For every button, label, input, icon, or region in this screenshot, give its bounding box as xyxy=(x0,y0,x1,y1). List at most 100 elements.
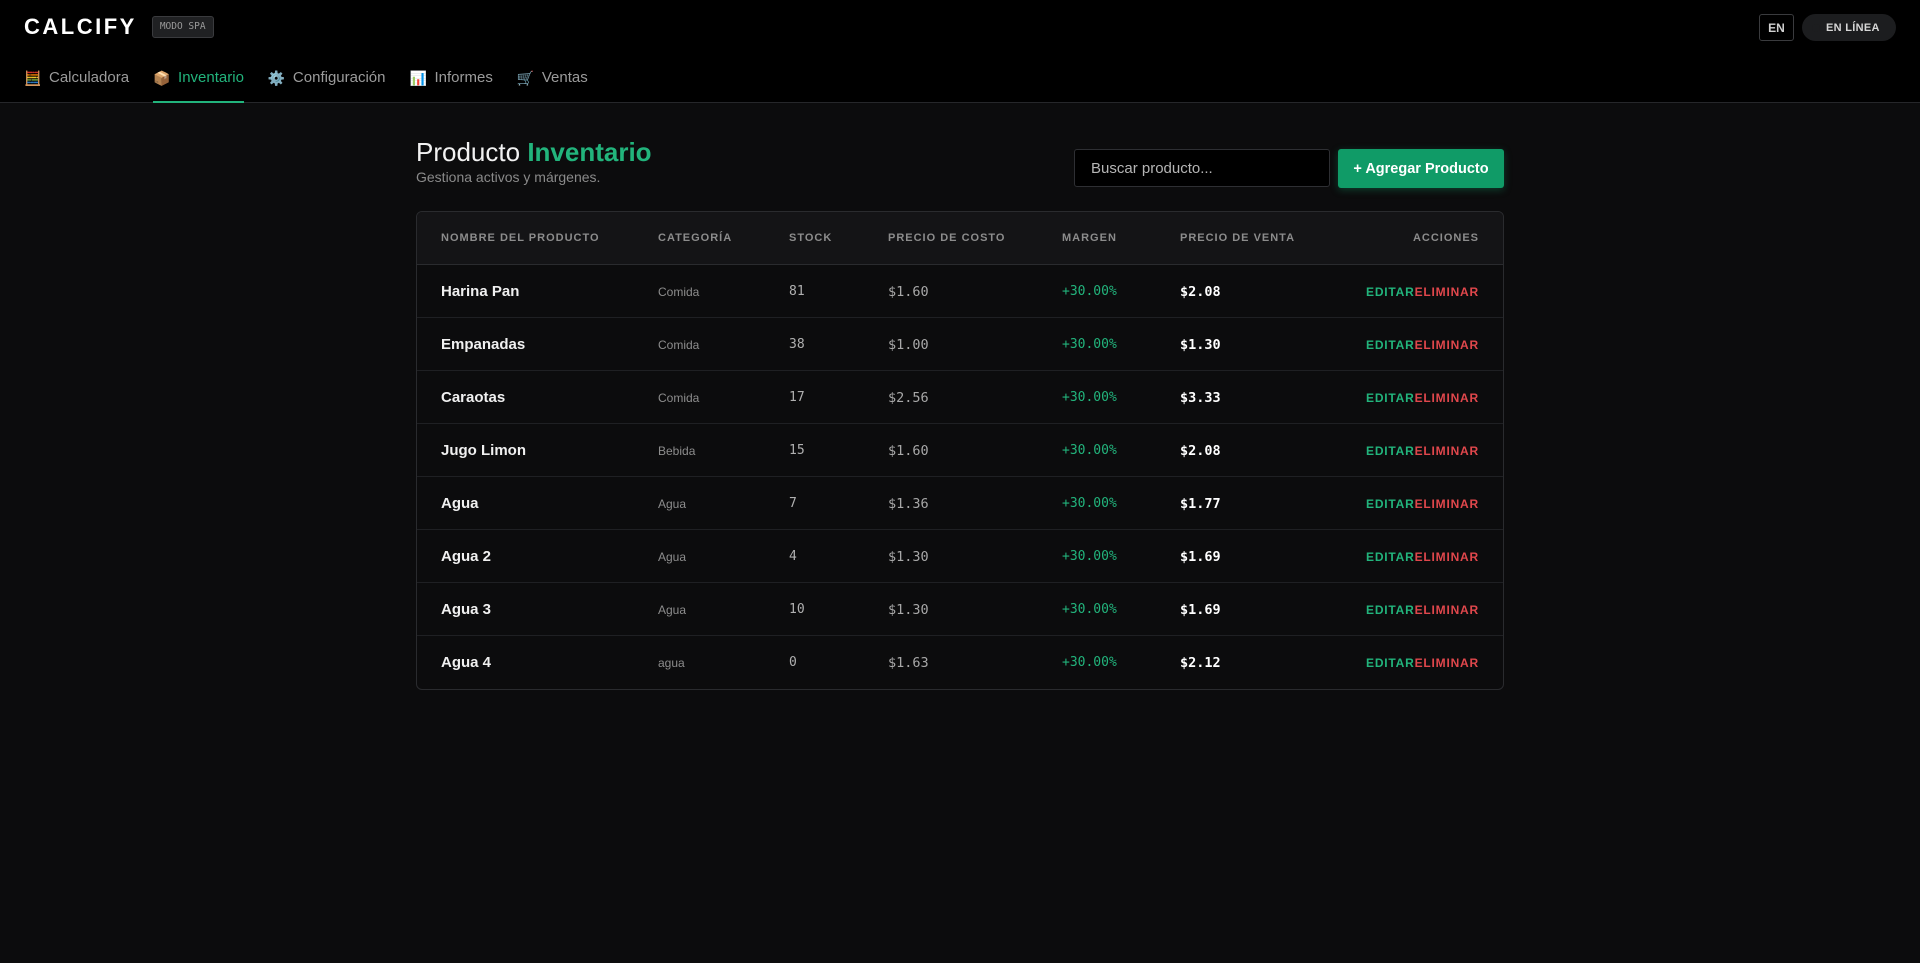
product-cost: $1.60 xyxy=(888,283,929,300)
product-price: $1.77 xyxy=(1180,495,1221,512)
product-category: Bebida xyxy=(658,443,696,458)
header-stock: STOCK xyxy=(789,232,833,244)
header-price: PRECIO DE VENTA xyxy=(1180,232,1296,244)
delete-button[interactable]: ELIMINAR xyxy=(1415,656,1479,670)
delete-button[interactable]: ELIMINAR xyxy=(1415,550,1479,564)
search-input[interactable] xyxy=(1074,149,1330,187)
product-margin: +30.00% xyxy=(1062,655,1117,670)
product-cost: $1.63 xyxy=(888,654,929,671)
product-stock: 10 xyxy=(789,602,805,617)
product-margin: +30.00% xyxy=(1062,443,1117,458)
cart-icon: 🛒 xyxy=(516,70,535,86)
delete-button[interactable]: ELIMINAR xyxy=(1415,444,1479,458)
row-actions: EDITAR ELIMINAR xyxy=(1366,636,1479,689)
product-stock: 0 xyxy=(789,655,797,670)
edit-button[interactable]: EDITAR xyxy=(1366,603,1415,617)
row-actions: EDITAR ELIMINAR xyxy=(1366,318,1479,371)
product-category: Comida xyxy=(658,390,700,405)
tab-inventario[interactable]: 📦 Inventario xyxy=(153,62,244,103)
table-row: Agua 2 Agua 4 $1.30 +30.00% $1.69 EDITAR… xyxy=(417,530,1503,583)
page-header: Producto Inventario Gestiona activos y m… xyxy=(416,136,652,185)
edit-button[interactable]: EDITAR xyxy=(1366,285,1415,299)
header-actions: ACCIONES xyxy=(1412,232,1479,244)
brand: CALCIFY MODO SPA xyxy=(24,14,214,39)
header-name: NOMBRE DEL PRODUCTO xyxy=(441,232,600,244)
table-row: Jugo Limon Bebida 15 $1.60 +30.00% $2.08… xyxy=(417,424,1503,477)
edit-button[interactable]: EDITAR xyxy=(1366,497,1415,511)
delete-button[interactable]: ELIMINAR xyxy=(1415,391,1479,405)
product-category: agua xyxy=(658,655,685,670)
edit-button[interactable]: EDITAR xyxy=(1366,444,1415,458)
product-margin: +30.00% xyxy=(1062,390,1117,405)
tab-label: Ventas xyxy=(541,69,588,86)
app-logo-text: CALCIFY xyxy=(24,14,137,39)
connection-status-pill: EN LÍNEA xyxy=(1802,14,1896,41)
product-category: Agua xyxy=(658,602,687,617)
language-toggle-button[interactable]: EN xyxy=(1759,14,1794,41)
product-cost: $1.00 xyxy=(888,336,929,353)
product-price: $1.30 xyxy=(1180,336,1221,353)
delete-button[interactable]: ELIMINAR xyxy=(1415,603,1479,617)
product-cost: $1.36 xyxy=(888,495,929,512)
row-actions: EDITAR ELIMINAR xyxy=(1366,371,1479,424)
package-icon: 📦 xyxy=(153,70,171,86)
delete-button[interactable]: ELIMINAR xyxy=(1415,497,1479,511)
tab-informes[interactable]: 📊 Informes xyxy=(409,62,492,103)
product-name: Caraotas xyxy=(441,389,506,406)
product-margin: +30.00% xyxy=(1062,549,1117,564)
tab-configuracion[interactable]: ⚙️ Configuración xyxy=(268,62,386,103)
edit-button[interactable]: EDITAR xyxy=(1366,338,1415,352)
table-row: Harina Pan Comida 81 $1.60 +30.00% $2.08… xyxy=(417,265,1503,318)
delete-button[interactable]: ELIMINAR xyxy=(1415,338,1479,352)
product-price: $1.69 xyxy=(1180,548,1221,565)
product-price: $1.69 xyxy=(1180,601,1221,618)
product-name: Harina Pan xyxy=(441,283,520,300)
product-category: Comida xyxy=(658,337,700,352)
product-stock: 38 xyxy=(789,337,805,352)
edit-button[interactable]: EDITAR xyxy=(1366,550,1415,564)
edit-button[interactable]: EDITAR xyxy=(1366,656,1415,670)
product-stock: 81 xyxy=(789,284,805,299)
product-stock: 4 xyxy=(789,549,797,564)
gear-icon: ⚙️ xyxy=(267,70,286,86)
tab-label: Configuración xyxy=(292,69,386,86)
product-name: Agua 4 xyxy=(441,654,492,671)
add-product-button[interactable]: + Agregar Producto xyxy=(1338,149,1504,188)
product-margin: +30.00% xyxy=(1062,602,1117,617)
table-body: Harina Pan Comida 81 $1.60 +30.00% $2.08… xyxy=(417,265,1503,689)
row-actions: EDITAR ELIMINAR xyxy=(1366,424,1479,477)
product-price: $3.33 xyxy=(1180,389,1221,406)
status-dot-icon xyxy=(1812,23,1820,32)
delete-button[interactable]: ELIMINAR xyxy=(1415,285,1479,299)
product-price: $2.12 xyxy=(1180,654,1221,671)
product-cost: $2.56 xyxy=(888,389,929,406)
row-actions: EDITAR ELIMINAR xyxy=(1366,583,1479,636)
table-row: Agua 3 Agua 10 $1.30 +30.00% $1.69 EDITA… xyxy=(417,583,1503,636)
table-row: Caraotas Comida 17 $2.56 +30.00% $3.33 E… xyxy=(417,371,1503,424)
product-category: Agua xyxy=(658,549,687,564)
table-row: Agua Agua 7 $1.36 +30.00% $1.77 EDITAR EL… xyxy=(417,477,1503,530)
row-actions: EDITAR ELIMINAR xyxy=(1366,530,1479,583)
product-margin: +30.00% xyxy=(1062,496,1117,511)
tab-ventas[interactable]: 🛒 Ventas xyxy=(517,62,588,103)
main-nav: 🧮 Calculadora 📦 Inventario ⚙️ Configurac… xyxy=(24,62,588,103)
table-row: Empanadas Comida 38 $1.00 +30.00% $1.30 … xyxy=(417,318,1503,371)
product-stock: 7 xyxy=(789,496,797,511)
page-title-main: Producto xyxy=(416,137,521,167)
calculator-icon: 🧮 xyxy=(24,70,42,86)
product-margin: +30.00% xyxy=(1062,337,1117,352)
product-name: Agua 2 xyxy=(441,548,492,565)
top-right-controls: EN EN LÍNEA xyxy=(1759,14,1896,41)
product-name: Agua 3 xyxy=(441,601,492,618)
product-cost: $1.30 xyxy=(888,601,929,618)
product-stock: 17 xyxy=(789,390,805,405)
edit-button[interactable]: EDITAR xyxy=(1366,391,1415,405)
row-actions: EDITAR ELIMINAR xyxy=(1366,265,1479,318)
tab-calculadora[interactable]: 🧮 Calculadora xyxy=(24,62,129,103)
products-table: NOMBRE DEL PRODUCTO CATEGORÍA STOCK PREC… xyxy=(416,211,1504,690)
header-category: CATEGORÍA xyxy=(658,232,733,244)
product-price: $2.08 xyxy=(1180,283,1221,300)
tab-label: Calculadora xyxy=(49,69,130,86)
product-category: Agua xyxy=(658,496,687,511)
table-header: NOMBRE DEL PRODUCTO CATEGORÍA STOCK PREC… xyxy=(417,212,1503,265)
